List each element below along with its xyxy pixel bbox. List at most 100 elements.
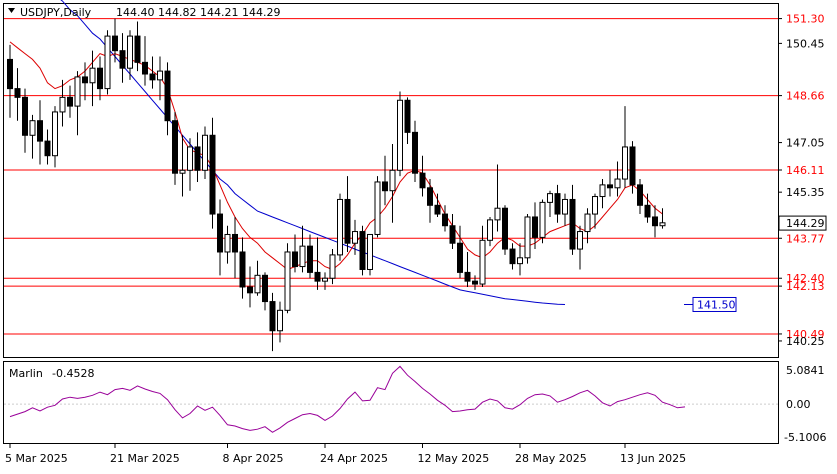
candle [359,225,366,276]
candle-body-down [404,99,411,133]
y-tick-label: 140.25 [786,335,825,348]
x-tick-label: 5 Mar 2025 [5,452,68,465]
candle-body-down [464,271,471,282]
candle-body-down [412,131,418,174]
candle-body-up [622,146,628,180]
candle-body-down [37,120,43,142]
candle-body-up [202,134,208,171]
candle-body-up [487,219,493,241]
candle-body-down [419,172,426,189]
candle-body-down [344,198,351,244]
candle-body-up [224,233,231,253]
indicator-value: -0.4528 [52,367,94,380]
candle-body-down [569,198,576,250]
current-price-tag: 144.29 [778,215,827,231]
indicator-tick-zero: 0.00 [786,398,811,411]
candle-body-up [479,239,486,285]
candle-body-down [134,35,141,63]
chart-root: 151.30 150.45 148.66 147.05 146.11 145.35 143.… [0,0,837,470]
candle-body-up [89,67,96,84]
candle [539,199,546,244]
y-tick-label: 147.05 [786,137,825,150]
candle-body-up [52,111,58,157]
chart-symbol: USDJPY,Daily [20,6,92,19]
candle-body-up [389,169,396,192]
y-tick-label: 142.13 [786,280,825,293]
candle-body-down [164,70,171,122]
candle-body-up [562,198,568,215]
candle-body-down [554,193,561,215]
candle-body-up [367,233,373,270]
candle-body-down [652,216,658,227]
candle-body-down [292,251,298,268]
candle-body-down [112,35,118,52]
candle-body-down [82,76,88,84]
candle [104,30,111,95]
candle-body-up [74,76,81,107]
y-tick-label: 148.66 [786,90,825,103]
candle-body-down [217,213,223,253]
candle-body-down [629,146,636,186]
candle-body-up [187,146,193,171]
candle-body-down [644,204,651,218]
candle-body-down [14,88,21,98]
x-tick-label: 12 May 2025 [418,452,490,465]
candle-body-down [97,67,103,90]
candle-body-down [427,187,433,206]
y-tick-label: 150.45 [786,37,825,50]
candle [502,205,508,255]
candle-body-down [449,225,456,244]
candle [337,193,343,261]
candle-body-down [142,61,148,75]
indicator-tick-top: 5.0841 [786,364,825,377]
candle-body-down [7,58,13,90]
candle-body-down [502,207,508,250]
y-tick-label: 146.11 [786,164,825,177]
candle-body-down [382,181,388,192]
y-tick-label: 143.77 [786,232,825,245]
candle-body-down [209,134,216,215]
candle-body-up [374,181,381,235]
candle-body-down [44,140,51,157]
candle-body-down [247,286,253,294]
candle [524,214,531,264]
candle-body-down [434,204,441,215]
candle-body-up [127,35,133,69]
candle-body-down [194,146,201,171]
candle-body-down [314,271,321,282]
candle [397,91,403,177]
candle-body-up [599,184,606,198]
price-chart: 151.30 150.45 148.66 147.05 146.11 145.35 143.… [0,0,837,470]
candle [284,243,291,314]
candle-body-down [532,216,538,238]
candle-body-up [337,198,343,256]
y-tick-label: 151.30 [786,13,825,26]
candle-body-up [254,274,261,294]
x-tick-label: 8 Apr 2025 [223,452,284,465]
candle-body-up [277,309,283,332]
candle-body-up [659,222,666,227]
candle-body-down [607,184,613,189]
ohlc-values: 144.40 144.82 144.21 144.29 [116,6,280,19]
candle-body-down [307,245,313,273]
candle-body-up [397,99,403,171]
candle-body-down [269,301,276,332]
x-tick-label: 21 Mar 2025 [110,452,180,465]
candle-body-down [457,242,463,273]
candle-body-down [67,96,73,107]
candle-body-up [29,120,36,136]
y-tick-label: 145.35 [786,186,825,199]
candle [374,176,381,238]
candle-body-down [22,96,28,136]
indicator-name: Marlin [9,367,43,380]
candle-body-down [637,184,643,206]
candle-body-up [59,96,66,113]
candle-body-up [284,251,291,311]
candle-body-up [322,277,328,282]
ma-label-text: 141.50 [697,298,736,311]
candle-body-up [592,196,598,215]
candle-body-up [299,245,306,268]
candle-body-up [494,207,501,221]
current-price-label: 144.29 [786,217,825,230]
candle-body-up [547,193,553,203]
